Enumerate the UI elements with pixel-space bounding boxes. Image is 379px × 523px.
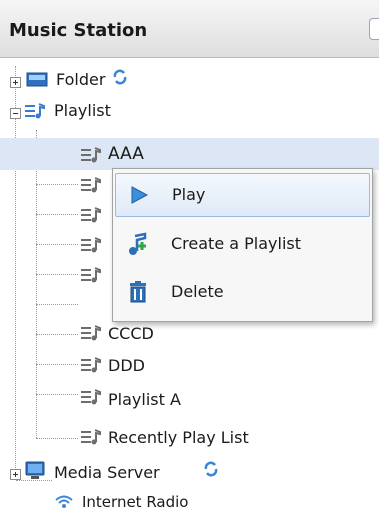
refresh-icon[interactable] — [202, 460, 220, 478]
panel-title: Music Station — [9, 20, 148, 41]
tree-node-label: Folder — [56, 70, 106, 89]
trash-icon — [130, 281, 146, 303]
folder-icon — [26, 72, 48, 87]
playlist-icon — [81, 325, 101, 341]
panel-collapse-button[interactable] — [369, 18, 379, 40]
add-music-icon — [129, 232, 147, 255]
tree-connector — [36, 130, 37, 438]
selected-row-highlight — [0, 138, 379, 170]
tree-connector — [36, 394, 78, 395]
expand-toggle[interactable] — [10, 469, 21, 480]
tree-connector — [36, 304, 78, 305]
wifi-icon — [55, 495, 73, 508]
menu-item-label: Delete — [171, 282, 224, 301]
playlist-item-label: AAA — [108, 144, 144, 164]
playlist-icon — [81, 357, 101, 373]
tree-connector — [36, 438, 78, 439]
playlist-icon — [81, 207, 101, 223]
playlist-item-label: Recently Play List — [108, 428, 249, 447]
tree-connector — [36, 274, 78, 275]
tree-connector — [36, 364, 78, 365]
tree-connector — [36, 334, 78, 335]
menu-item-label: Play — [172, 185, 206, 204]
playlist-icon — [81, 429, 101, 445]
playlist-icon — [81, 147, 101, 163]
playlist-item-label: DDD — [108, 356, 145, 375]
menu-item-create-playlist[interactable]: Create a Playlist — [115, 223, 370, 267]
refresh-icon[interactable] — [111, 68, 129, 86]
tree-node-label: Media Server — [54, 463, 160, 482]
expand-toggle[interactable] — [10, 77, 21, 88]
playlist-icon — [81, 237, 101, 253]
play-icon — [131, 186, 149, 204]
collapse-toggle[interactable] — [10, 108, 21, 119]
playlist-icon — [81, 267, 101, 283]
playlist-icon — [81, 389, 101, 405]
panel-header: Music Station — [0, 0, 379, 58]
playlist-item-label: Playlist A — [108, 390, 181, 409]
menu-item-delete[interactable]: Delete — [115, 271, 370, 315]
tree-connector — [36, 184, 78, 185]
playlist-icon — [25, 103, 45, 119]
tree-connector — [15, 66, 16, 480]
tree-node-label: Playlist — [54, 101, 111, 120]
menu-item-play[interactable]: Play — [115, 173, 370, 217]
playlist-icon — [81, 177, 101, 193]
playlist-item-label: CCCD — [108, 324, 154, 343]
monitor-icon — [25, 461, 45, 479]
tree-connector — [36, 214, 78, 215]
tree-node-label: Internet Radio — [82, 493, 189, 511]
context-menu: Play Create a Playlist Delete — [112, 168, 373, 322]
menu-item-label: Create a Playlist — [171, 234, 302, 253]
tree-connector — [36, 244, 78, 245]
